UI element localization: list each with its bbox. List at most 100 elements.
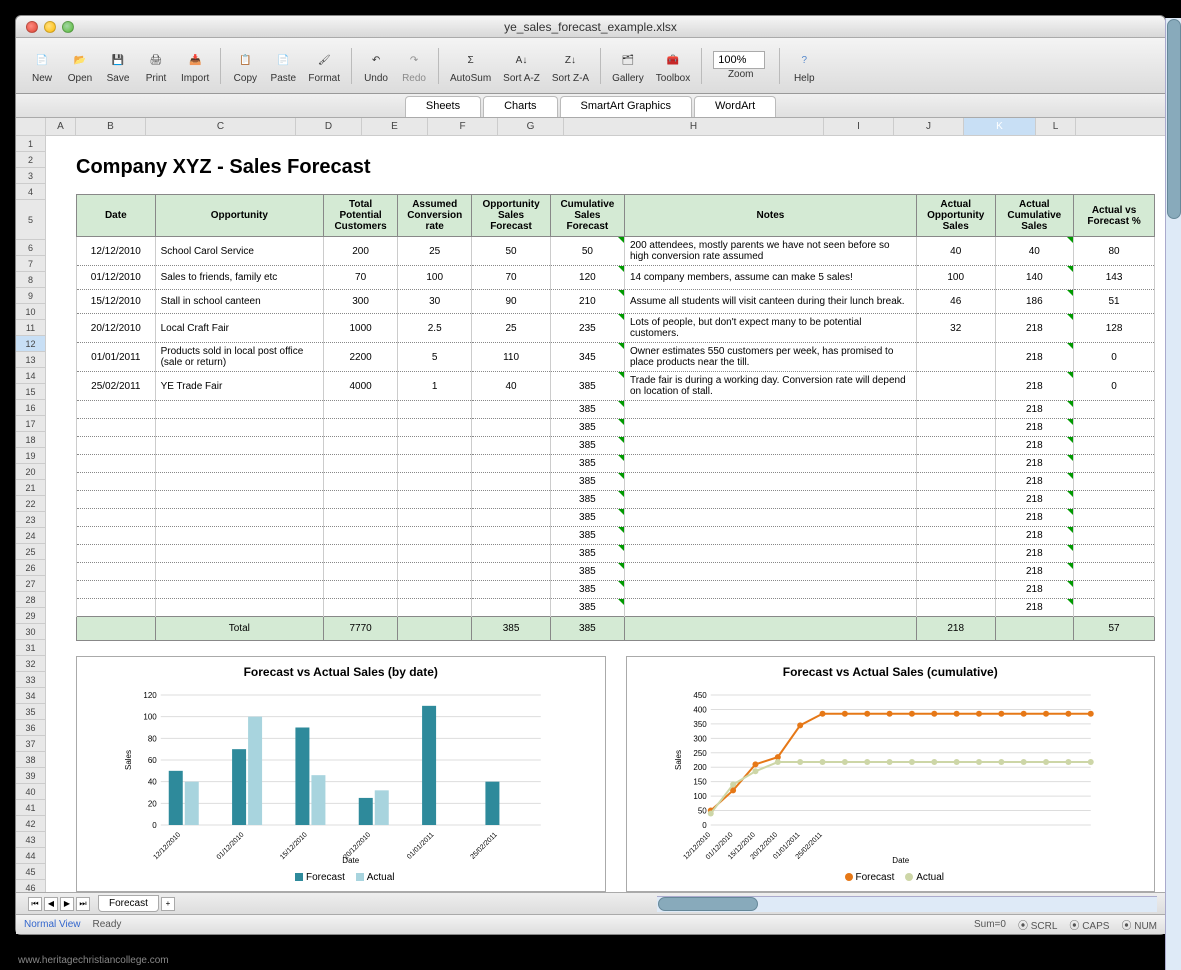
col-header[interactable]: Cumulative Sales Forecast (550, 195, 624, 237)
horizontal-scrollbar[interactable] (657, 896, 1157, 912)
table-row[interactable]: 01/12/2010Sales to friends, family etc70… (77, 266, 1155, 290)
sort-za-button[interactable]: Z↓Sort Z-A (547, 45, 594, 86)
tab-wordart[interactable]: WordArt (694, 96, 776, 117)
table-row[interactable]: 385218 (77, 401, 1155, 419)
view-mode[interactable]: Normal View (24, 919, 81, 930)
table-row[interactable]: 385218 (77, 545, 1155, 563)
gallery-button[interactable]: 🗂Gallery (607, 45, 649, 86)
col-header[interactable]: Opportunity Sales Forecast (472, 195, 551, 237)
status-sum: Sum=0 (974, 919, 1006, 930)
open-button[interactable]: 📂Open (62, 45, 98, 86)
table-row[interactable]: 385218 (77, 491, 1155, 509)
column-headers[interactable]: A B C D E F G H I J K L (16, 118, 1165, 136)
app-window: ye_sales_forecast_example.xlsx 📄New 📂Ope… (15, 15, 1166, 935)
save-button[interactable]: 💾Save (100, 45, 136, 86)
redo-button[interactable]: ↷Redo (396, 45, 432, 86)
tab-charts[interactable]: Charts (483, 96, 557, 117)
table-row[interactable]: 385218 (77, 509, 1155, 527)
add-sheet-button[interactable]: + (161, 897, 175, 911)
col-header[interactable]: Actual Opportunity Sales (916, 195, 995, 237)
table-row[interactable]: 20/12/2010Local Craft Fair10002.525235Lo… (77, 314, 1155, 343)
table-row[interactable]: 385218 (77, 473, 1155, 491)
titlebar[interactable]: ye_sales_forecast_example.xlsx (16, 16, 1165, 38)
chart-by-date: Forecast vs Actual Sales (by date) 02040… (76, 656, 606, 892)
totals-row[interactable]: Total777038538521857 (77, 617, 1155, 641)
col-header[interactable]: Assumed Conversion rate (398, 195, 472, 237)
table-row[interactable]: 385218 (77, 599, 1155, 617)
sheet-nav-first[interactable]: ⏮ (28, 897, 42, 911)
row-headers[interactable]: 1234567891011121314151617181920212223242… (16, 136, 46, 892)
autosum-button[interactable]: ΣAutoSum (445, 45, 496, 86)
svg-text:15/12/2010: 15/12/2010 (279, 831, 309, 861)
col-header[interactable]: Total Potential Customers (324, 195, 398, 237)
svg-text:60: 60 (148, 756, 157, 765)
window-title: ye_sales_forecast_example.xlsx (16, 20, 1165, 34)
copy-icon: 📋 (232, 47, 258, 73)
svg-text:300: 300 (693, 734, 707, 743)
svg-text:250: 250 (693, 749, 707, 758)
svg-text:120: 120 (143, 691, 157, 700)
table-row[interactable]: 385218 (77, 419, 1155, 437)
document-title: Company XYZ - Sales Forecast (76, 156, 1155, 179)
chart1-legend: Forecast Actual (85, 872, 597, 883)
svg-text:400: 400 (693, 705, 707, 714)
watermark: www.heritagechristiancollege.com (18, 955, 169, 966)
table-row[interactable]: 01/01/2011Products sold in local post of… (77, 343, 1155, 372)
help-button[interactable]: ?Help (786, 45, 822, 86)
disk-icon: 💾 (105, 47, 131, 73)
printer-icon: 🖨 (143, 47, 169, 73)
undo-button[interactable]: ↶Undo (358, 45, 394, 86)
tab-sheets[interactable]: Sheets (405, 96, 481, 117)
sheet-tab[interactable]: Forecast (98, 895, 159, 912)
new-button[interactable]: 📄New (24, 45, 60, 86)
zoom-input[interactable] (713, 51, 765, 69)
table-row[interactable]: 385218 (77, 455, 1155, 473)
col-header[interactable]: Actual vs Forecast % (1074, 195, 1155, 237)
svg-text:Date: Date (892, 856, 909, 865)
sort-az-button[interactable]: A↓Sort A-Z (498, 45, 545, 86)
svg-text:Date: Date (342, 856, 359, 865)
zoom-control[interactable]: Zoom (708, 49, 773, 82)
print-button[interactable]: 🖨Print (138, 45, 174, 86)
sheet-nav-last[interactable]: ⏭ (76, 897, 90, 911)
new-doc-icon: 📄 (29, 47, 55, 73)
svg-text:Sales: Sales (124, 750, 133, 770)
table-row[interactable]: 12/12/2010School Carol Service2002550502… (77, 237, 1155, 266)
svg-text:01/12/2010: 01/12/2010 (216, 831, 246, 861)
import-button[interactable]: 📥Import (176, 45, 214, 86)
chart2-legend: Forecast Actual (635, 872, 1147, 883)
col-header[interactable]: Opportunity (155, 195, 323, 237)
ribbon-tabs: Sheets Charts SmartArt Graphics WordArt (16, 94, 1165, 118)
col-header[interactable]: Date (77, 195, 156, 237)
svg-text:25/02/2011: 25/02/2011 (469, 831, 498, 860)
import-icon: 📥 (182, 47, 208, 73)
table-row[interactable]: 15/12/2010Stall in school canteen3003090… (77, 290, 1155, 314)
table-row[interactable]: 385218 (77, 437, 1155, 455)
spreadsheet-grid[interactable]: Company XYZ - Sales Forecast DateOpportu… (46, 136, 1165, 892)
folder-open-icon: 📂 (67, 47, 93, 73)
col-header[interactable]: Actual Cumulative Sales (995, 195, 1074, 237)
table-row[interactable]: 385218 (77, 581, 1155, 599)
svg-text:Sales: Sales (673, 750, 682, 770)
status-ready: Ready (93, 919, 122, 930)
svg-text:12/12/2010: 12/12/2010 (152, 831, 182, 861)
svg-text:150: 150 (693, 778, 707, 787)
paste-icon: 📄 (270, 47, 296, 73)
svg-text:01/01/2011: 01/01/2011 (406, 831, 435, 860)
table-row[interactable]: 385218 (77, 527, 1155, 545)
paste-button[interactable]: 📄Paste (265, 45, 301, 86)
status-bar: Normal View Ready Sum=0 ⦿ SCRL ⦿ CAPS ⦿ … (16, 914, 1165, 934)
format-button[interactable]: 🖌Format (303, 45, 345, 86)
sheet-tab-bar: ⏮ ◀ ▶ ⏭ Forecast + (16, 892, 1165, 914)
copy-button[interactable]: 📋Copy (227, 45, 263, 86)
forecast-table[interactable]: DateOpportunityTotal Potential Customers… (76, 194, 1155, 641)
sheet-nav-next[interactable]: ▶ (60, 897, 74, 911)
sheet-nav-prev[interactable]: ◀ (44, 897, 58, 911)
table-row[interactable]: 25/02/2011YE Trade Fair4000140385Trade f… (77, 372, 1155, 401)
table-row[interactable]: 385218 (77, 563, 1155, 581)
col-header[interactable]: Notes (624, 195, 916, 237)
toolbox-button[interactable]: 🧰Toolbox (651, 45, 695, 86)
toolbox-icon: 🧰 (660, 47, 686, 73)
help-icon: ? (791, 47, 817, 73)
tab-smartart[interactable]: SmartArt Graphics (560, 96, 692, 117)
